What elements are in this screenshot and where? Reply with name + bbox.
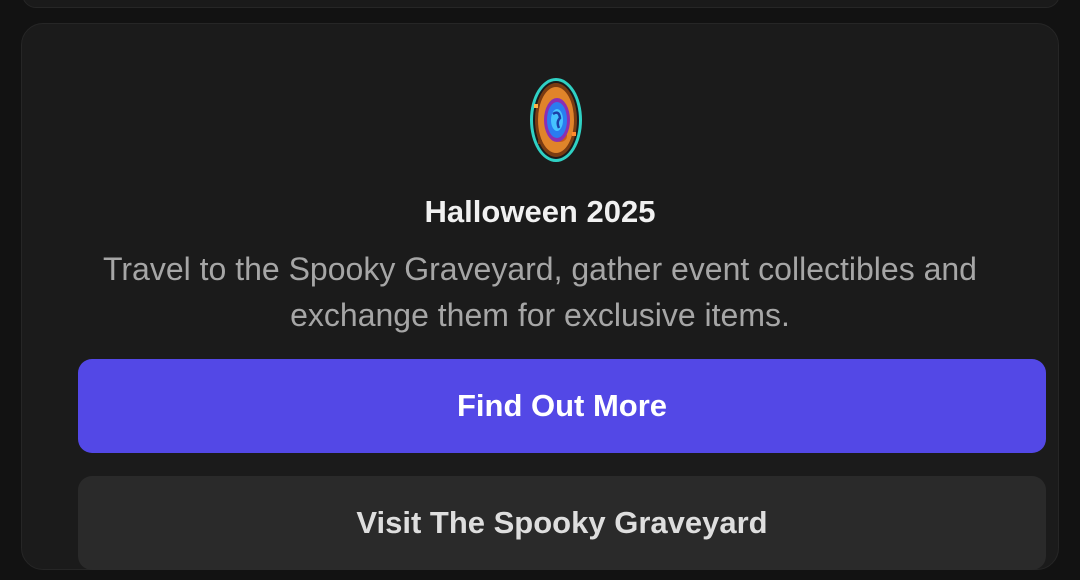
visit-graveyard-label: Visit The Spooky Graveyard	[356, 505, 768, 540]
event-description: Travel to the Spooky Graveyard, gather e…	[103, 251, 977, 333]
visit-graveyard-button[interactable]: Visit The Spooky Graveyard	[78, 476, 1046, 570]
find-out-more-label: Find Out More	[456, 388, 668, 423]
find-out-more-button[interactable]: Find Out More	[78, 359, 1046, 453]
event-card: Halloween 2025 Travel to the Spooky Grav…	[21, 23, 1059, 570]
halloween-portal-icon	[530, 78, 582, 162]
event-title: Halloween 2025	[424, 194, 656, 229]
previous-card	[22, 0, 1060, 8]
